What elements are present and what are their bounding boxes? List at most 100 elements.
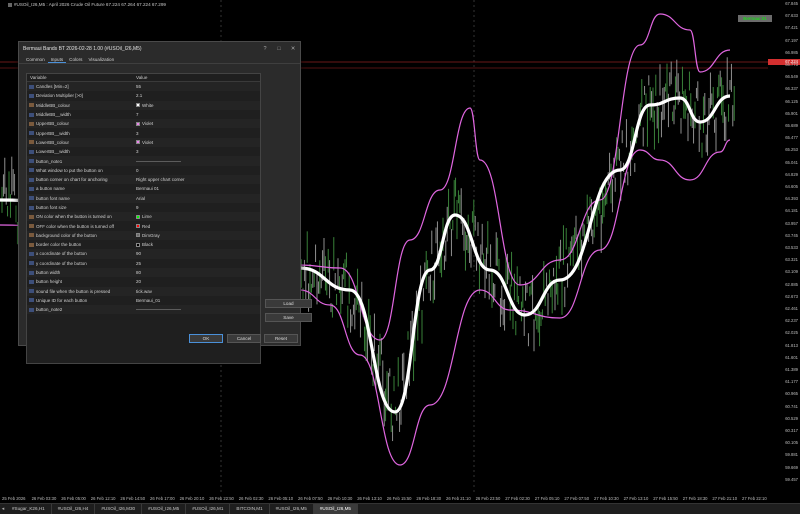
param-value[interactable]: Violet — [134, 140, 260, 145]
chart-tab[interactable]: #USOil_I26,M5 — [313, 504, 358, 514]
param-value[interactable]: 25 — [134, 261, 260, 266]
dialog-titlebar[interactable]: Bermaui Bands BT 2026-02-28 1.00 (#USOil… — [19, 42, 300, 55]
price-tick: 67.421 — [785, 25, 798, 31]
input-param-row[interactable]: button_note2 —————————— — [27, 305, 260, 315]
param-name: UpperBB__width — [36, 130, 70, 136]
input-param-row[interactable]: x coordinate of the button 90 — [27, 249, 260, 259]
param-value[interactable]: White — [134, 103, 260, 108]
value-column-header[interactable]: Value — [134, 74, 260, 81]
help-icon[interactable]: ? — [258, 46, 272, 52]
param-value[interactable]: Bermaui 01 — [134, 186, 260, 191]
param-value[interactable]: tick.wav — [134, 289, 260, 294]
ok-button[interactable]: OK — [189, 334, 223, 343]
param-value-text: tick.wav — [136, 288, 153, 294]
time-tick: 27 Feb 21:10 — [712, 496, 738, 501]
dialog-tab-common[interactable]: Common — [23, 55, 48, 63]
param-value-text: —————————— — [136, 158, 181, 164]
reset-button[interactable]: Reset — [264, 334, 298, 343]
time-tick: 27 Feb 05:10 — [534, 496, 560, 501]
param-value[interactable]: 55 — [134, 84, 260, 89]
color-swatch — [136, 233, 140, 238]
param-value[interactable]: Arial — [134, 196, 260, 201]
param-name: sound file when the button is pressed — [36, 288, 111, 294]
chart-tab[interactable]: #Sugar_K26,H1 — [6, 504, 52, 514]
save-button[interactable]: Save — [265, 313, 312, 322]
input-param-row[interactable]: a button name Bermaui 01 — [27, 184, 260, 193]
dialog-tab-visualization[interactable]: Visualization — [85, 55, 117, 63]
input-param-row[interactable]: button corner on chart for anchoring Righ… — [27, 174, 260, 185]
param-type-icon — [29, 93, 34, 98]
chart-tab[interactable]: #USOil_I26,M1 — [186, 504, 231, 514]
input-param-row[interactable]: button font size 9 — [27, 203, 260, 212]
input-param-row[interactable]: UpperBB_colour Violet — [27, 119, 260, 129]
param-value[interactable]: Violet — [134, 121, 260, 126]
input-param-row[interactable]: ON color when the button is turned on Lim… — [27, 212, 260, 222]
input-param-row[interactable]: sound file when the button is pressed tic… — [27, 286, 260, 296]
input-param-row[interactable]: What window to put the button on 0 — [27, 166, 260, 175]
dialog-tab-inputs[interactable]: Inputs — [47, 55, 67, 63]
chart-tab[interactable]: #USOil_I26,H4 — [52, 504, 96, 514]
input-param-row[interactable]: Candles [Min=2] 55 — [27, 82, 260, 92]
param-value[interactable]: 80 — [134, 270, 260, 275]
param-value[interactable]: Red — [134, 224, 260, 229]
variable-column-header[interactable]: Variable — [27, 74, 134, 81]
time-tick: 26 Feb 13:10 — [357, 496, 382, 501]
time-axis[interactable]: 25 Feb 2026 26 Feb 03:30 26 Feb 05:00 26 Fe… — [0, 493, 768, 503]
param-name: button_note1 — [36, 158, 63, 164]
param-value[interactable]: 7 — [134, 112, 260, 117]
input-param-row[interactable]: y coordinate of the button 25 — [27, 259, 260, 268]
input-param-row[interactable]: OFF color when the button is turned off R… — [27, 221, 260, 230]
input-param-row[interactable]: button width 80 — [27, 267, 260, 278]
param-value[interactable]: 2.1 — [134, 93, 260, 98]
dialog-tab-colors[interactable]: Colors — [66, 55, 85, 63]
color-swatch — [136, 140, 140, 145]
param-value[interactable]: Lime — [134, 214, 260, 219]
input-param-row[interactable]: button height 20 — [27, 277, 260, 286]
param-value[interactable]: Bermaui_01 — [134, 298, 260, 303]
close-icon[interactable]: ✕ — [286, 46, 300, 52]
param-name: button_note2 — [36, 307, 63, 313]
param-name: MiddleBB__width — [36, 112, 71, 118]
price-tick: 66.985 — [785, 49, 798, 55]
input-param-row[interactable]: LowerBB__width 3 — [27, 147, 260, 156]
load-button[interactable]: Load — [265, 299, 312, 308]
param-type-icon — [29, 177, 34, 182]
maximize-icon[interactable]: □ — [272, 46, 286, 52]
param-value[interactable]: 0 — [134, 168, 260, 173]
input-param-row[interactable]: border color the button Black — [27, 240, 260, 249]
param-value[interactable]: 9 — [134, 205, 260, 210]
param-value[interactable]: 20 — [134, 279, 260, 284]
input-param-row[interactable]: MiddleBB_colour White — [27, 100, 260, 110]
time-tick: 27 Feb 07:50 — [564, 496, 590, 501]
price-tick: 64.393 — [785, 196, 798, 202]
param-value[interactable]: DimGray — [134, 233, 260, 238]
chart-tab[interactable]: #USOil_I26,M5 — [142, 504, 187, 514]
time-tick: 25 Feb 2026 — [2, 496, 26, 501]
param-value-text: 55 — [136, 84, 142, 90]
param-value[interactable]: 3 — [134, 131, 260, 136]
cancel-button[interactable]: Cancel — [227, 334, 261, 343]
input-param-row[interactable]: Deviation Multiplier [>0] 2.1 — [27, 91, 260, 100]
input-param-row[interactable]: LowerBB_colour Violet — [27, 137, 260, 148]
chart-title-text: #USOil_I26,M5 : April 2026 Crude Oil Fut… — [14, 2, 166, 7]
price-tick: 62.237 — [785, 318, 798, 324]
chart-tab[interactable]: BITCOIN,M1 — [230, 504, 270, 514]
price-tick: 59.669 — [785, 464, 798, 470]
input-param-row[interactable]: background color of the button DimGray — [27, 230, 260, 241]
param-value[interactable]: Black — [134, 242, 260, 247]
param-value[interactable]: Right upper chart corner — [134, 177, 260, 182]
param-value[interactable]: —————————— — [134, 159, 260, 164]
input-param-row[interactable]: button_note1 —————————— — [27, 156, 260, 166]
param-name: Deviation Multiplier [>0] — [36, 93, 83, 99]
input-param-row[interactable]: Unique ID for each button Bermaui_01 — [27, 296, 260, 305]
price-scale[interactable]: 67.845 67.633 67.421 67.197 66.985 66.773 66.5… — [768, 0, 800, 493]
input-param-row[interactable]: MiddleBB__width 7 — [27, 110, 260, 119]
color-swatch — [136, 121, 140, 126]
param-value[interactable]: 90 — [134, 251, 260, 256]
input-param-row[interactable]: button font name Arial — [27, 193, 260, 203]
input-param-row[interactable]: UpperBB__width 3 — [27, 128, 260, 137]
chart-tab[interactable]: #USOil_I26,M30 — [95, 504, 143, 514]
param-value[interactable]: 3 — [134, 149, 260, 154]
chart-tab[interactable]: #USOil_I26,M5 — [270, 504, 314, 514]
param-value[interactable]: —————————— — [134, 307, 260, 312]
